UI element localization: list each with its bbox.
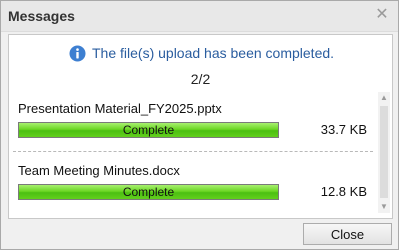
scroll-thumb[interactable] (380, 106, 388, 198)
info-icon (69, 45, 86, 61)
file-name: Team Meeting Minutes.docx (18, 163, 180, 178)
notice-text: The file(s) upload has been completed. (92, 45, 335, 61)
file-list-scrollbar[interactable]: ▲ ▼ (378, 92, 390, 213)
dialog-titlebar: Messages ✕ (1, 1, 398, 32)
file-counter: 2/2 (190, 71, 211, 87)
file-name: Presentation Material_FY2025.pptx (18, 101, 222, 116)
progress-status: Complete (122, 123, 175, 137)
close-icon[interactable]: ✕ (374, 7, 390, 23)
file-size: 33.7 KB (320, 122, 367, 137)
file-item: Team Meeting Minutes.docx Complete 12.8 … (9, 154, 375, 204)
messages-dialog: Messages ✕ The file(s) upload has been c… (0, 0, 399, 250)
file-size: 12.8 KB (320, 184, 367, 199)
dialog-title: Messages (8, 8, 75, 24)
upload-panel: The file(s) upload has been completed. 2… (8, 34, 393, 219)
close-button[interactable]: Close (303, 223, 392, 245)
scroll-down-icon[interactable]: ▼ (378, 201, 390, 213)
progress-bar: Complete (18, 184, 279, 200)
progress-status: Complete (122, 185, 175, 199)
scroll-up-icon[interactable]: ▲ (378, 92, 390, 104)
progress-bar: Complete (18, 122, 279, 138)
file-list: Presentation Material_FY2025.pptx Comple… (9, 92, 375, 217)
file-item: Presentation Material_FY2025.pptx Comple… (9, 92, 375, 152)
upload-notice: The file(s) upload has been completed. (69, 43, 334, 63)
item-divider (13, 151, 373, 152)
